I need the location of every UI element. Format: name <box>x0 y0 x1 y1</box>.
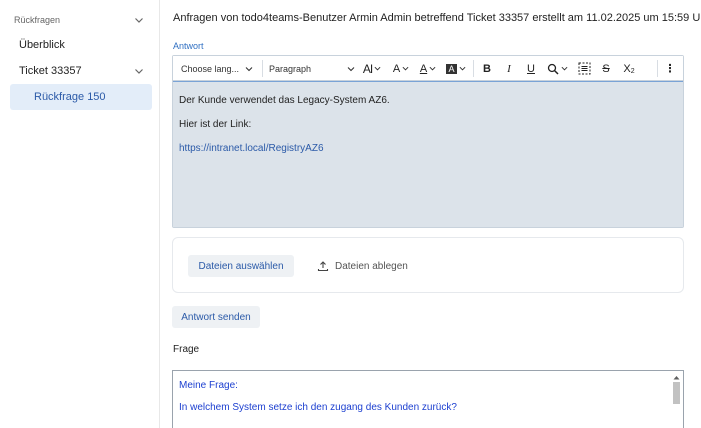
answer-line: Hier ist der Link: <box>179 119 252 130</box>
italic-button[interactable]: I <box>500 60 518 77</box>
background-color-icon: A <box>446 63 457 74</box>
sidebar: Rückfragen Überblick Ticket 33357 Rückfr… <box>0 0 160 428</box>
sidebar-item-ticket[interactable]: Ticket 33357 <box>0 59 160 83</box>
chevron-down-icon <box>402 66 409 71</box>
answer-editor: Choose lang... Paragraph AI A A A B I U … <box>172 55 684 228</box>
chevron-down-icon <box>561 66 567 71</box>
font-family-icon: A <box>392 62 401 75</box>
select-all-button[interactable] <box>575 60 593 77</box>
font-color-button[interactable]: A <box>417 60 439 77</box>
background-color-button[interactable]: A <box>444 60 468 77</box>
answer-label: Antwort <box>173 41 204 51</box>
sidebar-item-label: Ticket 33357 <box>19 65 82 77</box>
paragraph-select[interactable]: Paragraph <box>269 60 357 77</box>
subscript-icon-mark: 2 <box>630 68 635 75</box>
strikethrough-icon: S <box>602 62 610 75</box>
sidebar-item-label: Rückfrage 150 <box>34 91 106 103</box>
question-text-box[interactable]: Meine Frage: In welchem System setze ich… <box>172 370 684 428</box>
main-content: Anfragen von todo4teams-Benutzer Armin A… <box>161 0 701 428</box>
page-title: Anfragen von todo4teams-Benutzer Armin A… <box>173 12 701 24</box>
chevron-down-icon <box>429 66 436 71</box>
more-vertical-icon: ⋮ <box>664 63 676 75</box>
send-answer-button[interactable]: Antwort senden <box>172 306 260 328</box>
drop-files-zone[interactable]: Dateien ablegen <box>317 258 408 274</box>
question-label: Frage <box>173 344 200 355</box>
italic-icon: I <box>507 62 511 75</box>
underline-button[interactable]: U <box>522 60 540 77</box>
sidebar-section-rueckfragen[interactable]: Rückfragen <box>0 8 160 32</box>
paragraph-select-value: Paragraph <box>269 63 312 74</box>
scrollbar-thumb[interactable] <box>673 382 680 404</box>
language-select-value: Choose lang... <box>181 63 240 74</box>
chevron-down-icon[interactable] <box>134 66 144 76</box>
chevron-down-icon <box>374 66 381 71</box>
select-all-icon <box>578 62 590 75</box>
sidebar-item-label: Überblick <box>19 39 65 51</box>
font-size-icon: AI <box>362 61 373 76</box>
select-files-button[interactable]: Dateien auswählen <box>188 255 294 277</box>
question-scrollbar[interactable] <box>672 375 681 428</box>
bold-button[interactable]: B <box>478 60 496 77</box>
sidebar-item-ueberblick[interactable]: Überblick <box>0 33 160 57</box>
strikethrough-button[interactable]: S <box>597 60 615 77</box>
question-line: In welchem System setze ich den zugang d… <box>179 402 457 413</box>
editor-toolbar: Choose lang... Paragraph AI A A A B I U … <box>173 56 683 81</box>
sidebar-section-label: Rückfragen <box>14 15 61 25</box>
answer-text-area[interactable]: Der Kunde verwendet das Legacy-System AZ… <box>173 81 683 227</box>
upload-icon <box>317 261 329 272</box>
toolbar-divider <box>262 60 263 77</box>
font-family-button[interactable]: A <box>390 60 412 77</box>
answer-link[interactable]: https://intranet.local/RegistryAZ6 <box>179 143 324 154</box>
file-upload-area: Dateien auswählen Dateien ablegen <box>172 237 684 293</box>
chevron-down-icon[interactable] <box>134 15 144 25</box>
font-size-button[interactable]: AI <box>358 60 386 77</box>
answer-line: Der Kunde verwendet das Legacy-System AZ… <box>179 95 390 106</box>
chevron-down-icon <box>459 66 465 71</box>
more-options-button[interactable]: ⋮ <box>663 60 677 77</box>
find-replace-button[interactable] <box>544 60 570 77</box>
question-line: Meine Frage: <box>179 380 238 391</box>
language-select[interactable]: Choose lang... <box>181 60 255 77</box>
toolbar-divider <box>473 60 474 77</box>
chevron-down-icon <box>245 67 253 72</box>
chevron-down-icon <box>347 67 355 72</box>
search-icon <box>547 63 559 75</box>
scroll-up-arrow-icon[interactable] <box>673 375 680 380</box>
sidebar-item-rueckfrage-selected[interactable]: Rückfrage 150 <box>10 84 152 110</box>
bold-icon: B <box>483 62 491 75</box>
drop-files-label: Dateien ablegen <box>335 260 408 272</box>
subscript-icon: X <box>623 62 631 75</box>
font-color-icon: A <box>419 62 428 75</box>
underline-icon: U <box>527 62 535 75</box>
subscript-button[interactable]: X2 <box>619 60 639 77</box>
toolbar-divider <box>657 60 658 77</box>
